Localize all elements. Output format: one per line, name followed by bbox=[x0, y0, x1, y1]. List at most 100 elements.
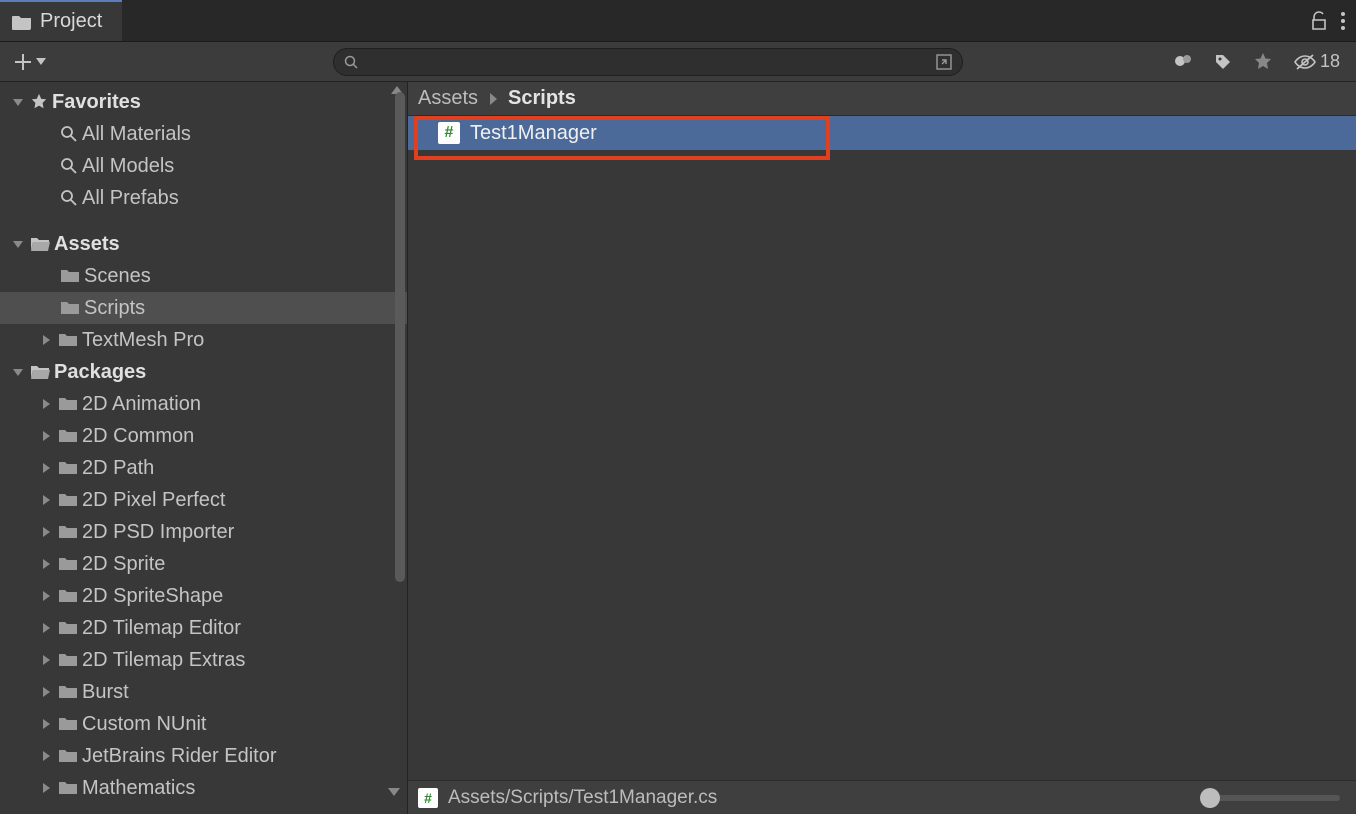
chevron-right-icon bbox=[41, 750, 51, 762]
filter-by-label-button[interactable] bbox=[1206, 47, 1240, 77]
file-list[interactable]: # Test1Manager bbox=[408, 116, 1356, 780]
favorite-all-models[interactable]: All Models bbox=[0, 150, 407, 182]
chevron-down-icon bbox=[12, 366, 24, 378]
csharp-script-icon: # bbox=[438, 122, 460, 144]
chevron-right-icon bbox=[41, 494, 51, 506]
package-label: 2D Animation bbox=[82, 393, 201, 416]
folder-tree-sidebar: Favorites All Materials All Models All P… bbox=[0, 82, 408, 814]
eye-off-icon bbox=[1294, 54, 1316, 70]
package-folder[interactable]: 2D Pixel Perfect bbox=[0, 484, 407, 516]
tab-label: Project bbox=[40, 10, 102, 33]
package-folder[interactable]: 2D Animation bbox=[0, 388, 407, 420]
packages-header[interactable]: Packages bbox=[0, 356, 407, 388]
package-folder[interactable]: Mathematics bbox=[0, 772, 407, 804]
package-label: 2D PSD Importer bbox=[82, 521, 234, 544]
chevron-right-icon bbox=[41, 782, 51, 794]
folder-icon bbox=[58, 684, 78, 700]
chevron-down-icon bbox=[388, 787, 400, 797]
project-tab[interactable]: Project bbox=[0, 0, 122, 41]
search-icon bbox=[60, 189, 78, 207]
sidebar-scrollbar[interactable] bbox=[395, 92, 405, 582]
chevron-right-icon bbox=[41, 590, 51, 602]
plus-icon bbox=[12, 51, 34, 73]
favorites-header[interactable]: Favorites bbox=[0, 86, 407, 118]
package-label: 2D Tilemap Editor bbox=[82, 617, 241, 640]
package-label: 2D Common bbox=[82, 425, 194, 448]
package-folder[interactable]: 2D Tilemap Extras bbox=[0, 644, 407, 676]
package-label: 2D SpriteShape bbox=[82, 585, 223, 608]
chevron-right-icon bbox=[41, 462, 51, 474]
folder-icon bbox=[58, 556, 78, 572]
favorite-all-materials[interactable]: All Materials bbox=[0, 118, 407, 150]
package-label: 2D Sprite bbox=[82, 553, 165, 576]
breadcrumb-current[interactable]: Scripts bbox=[508, 87, 576, 110]
chevron-down-icon bbox=[12, 96, 24, 108]
folder-scenes[interactable]: Scenes bbox=[0, 260, 407, 292]
folder-icon bbox=[58, 588, 78, 604]
folder-scripts[interactable]: Scripts bbox=[0, 292, 407, 324]
package-folder[interactable]: 2D Path bbox=[0, 452, 407, 484]
folder-icon bbox=[58, 748, 78, 764]
folder-textmeshpro[interactable]: TextMesh Pro bbox=[0, 324, 407, 356]
breadcrumb-root[interactable]: Assets bbox=[418, 87, 478, 110]
folder-icon bbox=[58, 460, 78, 476]
chevron-right-icon bbox=[488, 92, 498, 106]
chevron-right-icon bbox=[41, 398, 51, 410]
tab-bar: Project bbox=[0, 0, 1356, 42]
folder-icon bbox=[60, 268, 80, 284]
slider-knob[interactable] bbox=[1200, 788, 1220, 808]
chevron-down-icon bbox=[12, 238, 24, 250]
folder-icon bbox=[58, 780, 78, 796]
folder-icon bbox=[58, 492, 78, 508]
chevron-right-icon bbox=[41, 718, 51, 730]
hidden-count: 18 bbox=[1320, 51, 1340, 72]
folder-icon bbox=[58, 428, 78, 444]
filter-by-type-button[interactable] bbox=[1166, 47, 1200, 77]
folder-icon bbox=[58, 524, 78, 540]
search-icon bbox=[60, 125, 78, 143]
folder-icon bbox=[12, 14, 32, 30]
breadcrumb: Assets Scripts bbox=[408, 82, 1356, 116]
thumbnail-size-slider[interactable] bbox=[1210, 795, 1340, 801]
package-folder[interactable]: 2D Common bbox=[0, 420, 407, 452]
file-row[interactable]: # Test1Manager bbox=[408, 116, 1356, 150]
chevron-right-icon bbox=[41, 654, 51, 666]
search-icon bbox=[344, 55, 358, 69]
package-label: Mathematics bbox=[82, 777, 195, 800]
kebab-menu-icon[interactable] bbox=[1340, 11, 1346, 31]
folder-icon bbox=[58, 620, 78, 636]
assets-header[interactable]: Assets bbox=[0, 228, 407, 260]
package-folder[interactable]: 2D PSD Importer bbox=[0, 516, 407, 548]
package-folder[interactable]: 2D Tilemap Editor bbox=[0, 612, 407, 644]
folder-icon bbox=[58, 652, 78, 668]
footer-bar: # Assets/Scripts/Test1Manager.cs bbox=[408, 780, 1356, 814]
folder-open-icon bbox=[30, 236, 50, 252]
chevron-down-icon bbox=[36, 58, 46, 66]
favorite-filter-button[interactable] bbox=[1246, 47, 1280, 77]
favorite-all-prefabs[interactable]: All Prefabs bbox=[0, 182, 407, 214]
csharp-script-icon: # bbox=[418, 788, 438, 808]
filter-type-icon bbox=[1173, 52, 1193, 72]
package-folder[interactable]: 2D Sprite bbox=[0, 548, 407, 580]
content-panel: Assets Scripts # Test1Manager # Assets/S… bbox=[408, 82, 1356, 814]
footer-path: Assets/Scripts/Test1Manager.cs bbox=[448, 787, 717, 809]
search-field[interactable] bbox=[364, 54, 930, 70]
package-folder[interactable]: Burst bbox=[0, 676, 407, 708]
folder-icon bbox=[58, 716, 78, 732]
search-input[interactable] bbox=[333, 48, 963, 76]
chevron-right-icon bbox=[41, 558, 51, 570]
file-label: Test1Manager bbox=[470, 122, 597, 145]
lock-icon[interactable] bbox=[1310, 11, 1328, 31]
folder-icon bbox=[58, 396, 78, 412]
package-folder[interactable]: JetBrains Rider Editor bbox=[0, 740, 407, 772]
package-folder[interactable]: 2D SpriteShape bbox=[0, 580, 407, 612]
create-asset-button[interactable] bbox=[8, 49, 50, 75]
chevron-right-icon bbox=[41, 334, 51, 346]
package-folder[interactable]: Custom NUnit bbox=[0, 708, 407, 740]
tag-icon bbox=[1213, 52, 1233, 72]
star-icon bbox=[1253, 52, 1273, 72]
search-expand-icon[interactable] bbox=[936, 54, 952, 70]
hidden-items-toggle[interactable]: 18 bbox=[1286, 51, 1348, 72]
folder-open-icon bbox=[30, 364, 50, 380]
package-label: 2D Path bbox=[82, 457, 154, 480]
